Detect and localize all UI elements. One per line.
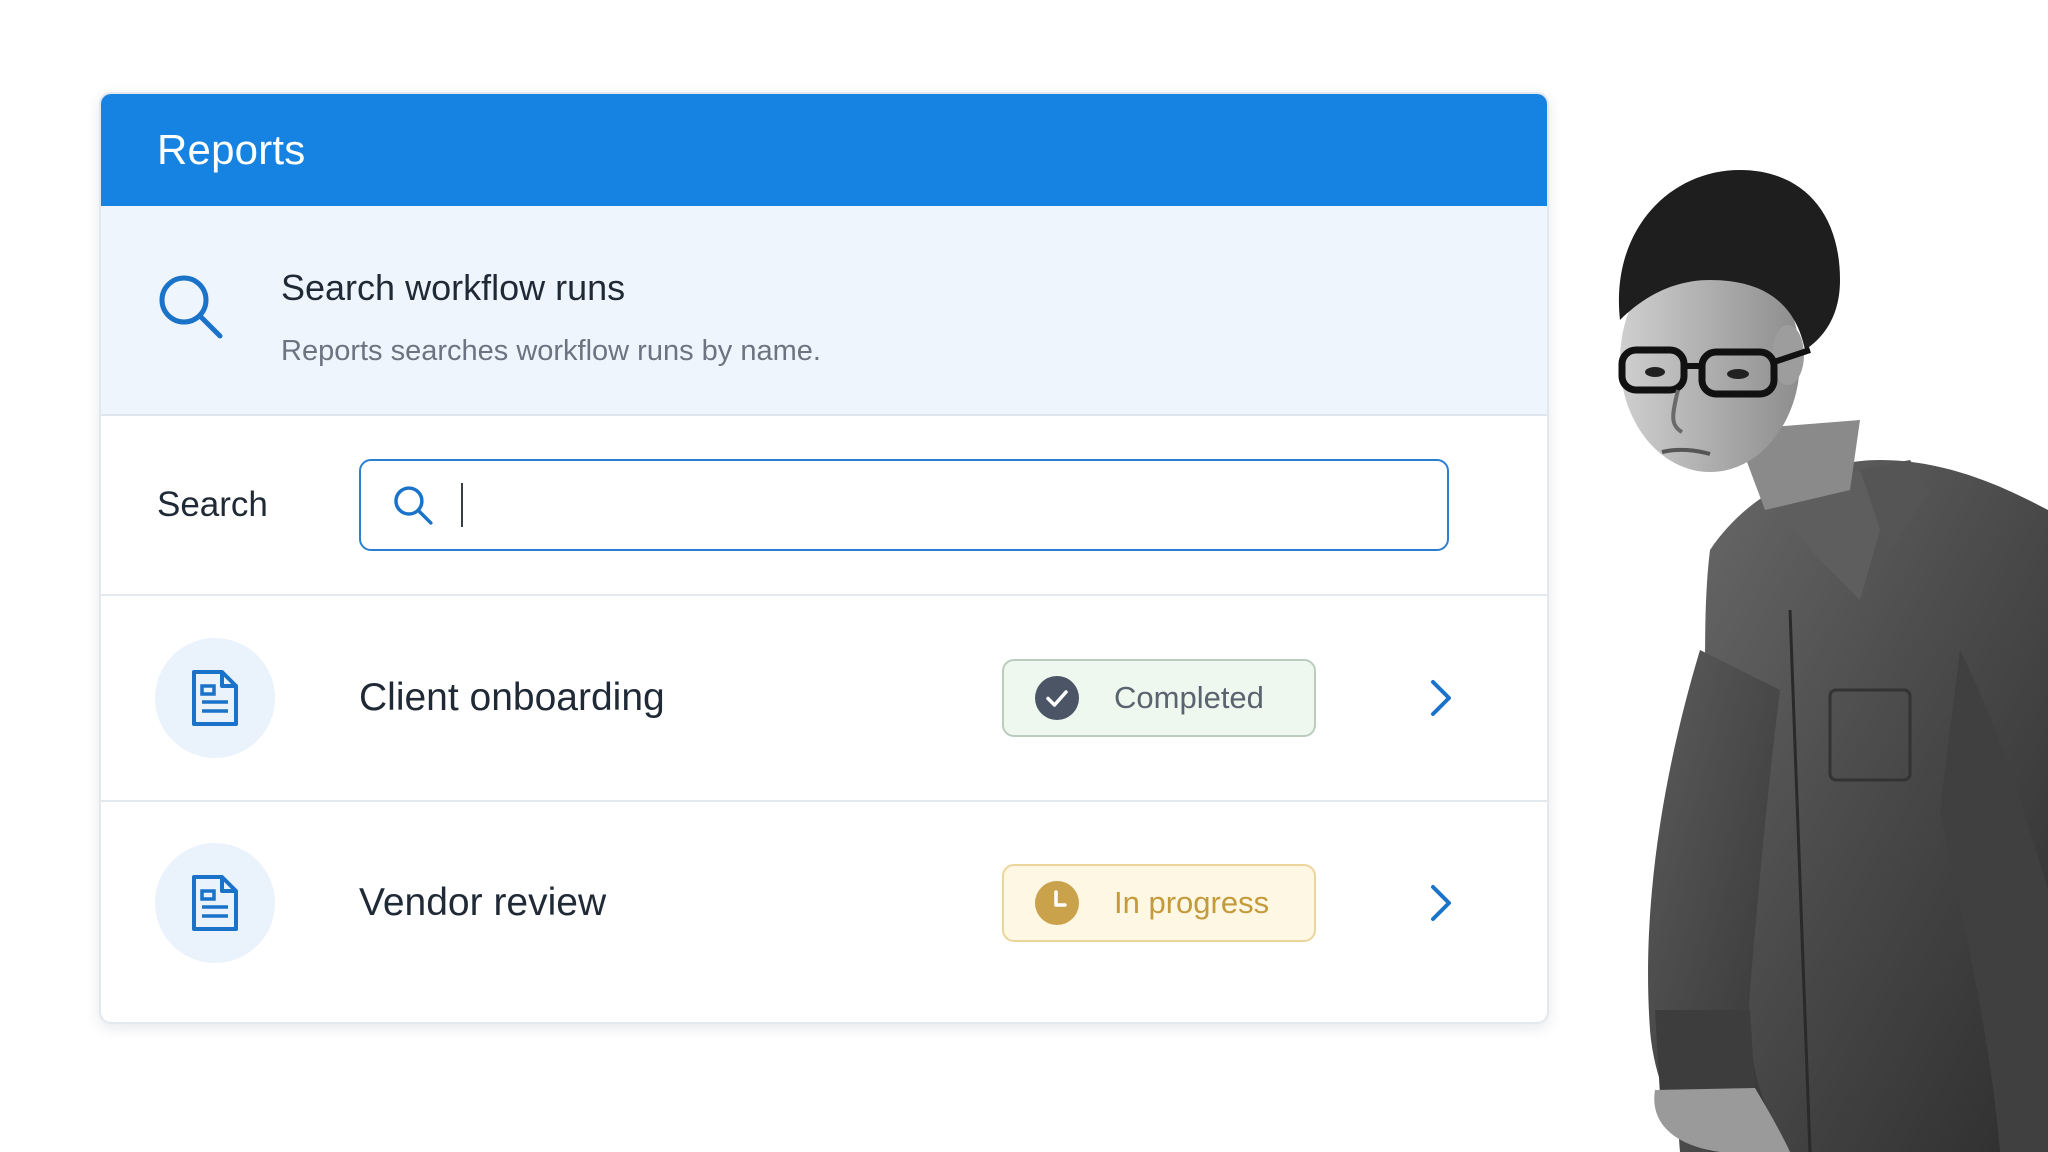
person-photo (1618, 170, 2048, 1152)
search-row: Search (101, 416, 1547, 596)
text-cursor (460, 483, 463, 527)
info-text: Search workflow runs Reports searches wo… (281, 268, 821, 368)
avatar (155, 638, 275, 758)
check-circle-icon (1035, 676, 1079, 720)
search-input[interactable] (486, 485, 1447, 525)
document-icon (192, 875, 238, 931)
run-name: Vendor review (359, 881, 607, 924)
info-description: Reports searches workflow runs by name. (281, 335, 821, 367)
status-badge: In progress (1002, 864, 1316, 942)
avatar (155, 843, 275, 963)
stage: Reports Search workflow runs Reports sea… (0, 0, 2048, 1152)
info-title: Search workflow runs (281, 267, 626, 308)
chevron-right-icon[interactable] (1421, 678, 1461, 718)
document-icon (192, 670, 238, 726)
info-banner: Search workflow runs Reports searches wo… (101, 206, 1547, 416)
chevron-right-icon[interactable] (1421, 883, 1461, 923)
list-item[interactable]: Client onboarding Completed (101, 596, 1547, 800)
card-header: Reports (101, 94, 1547, 206)
search-label: Search (157, 485, 268, 524)
search-icon (394, 486, 433, 525)
search-box[interactable] (359, 459, 1449, 551)
status-badge: Completed (1002, 659, 1316, 737)
status-text: Completed (1114, 680, 1264, 715)
page-title: Reports (157, 126, 306, 173)
run-name: Client onboarding (359, 676, 665, 719)
clock-icon (1035, 881, 1079, 925)
reports-card: Reports Search workflow runs Reports sea… (99, 92, 1549, 1024)
search-icon (159, 275, 223, 339)
list-item[interactable]: Vendor review In progress (101, 800, 1547, 1004)
status-text: In progress (1114, 885, 1270, 920)
